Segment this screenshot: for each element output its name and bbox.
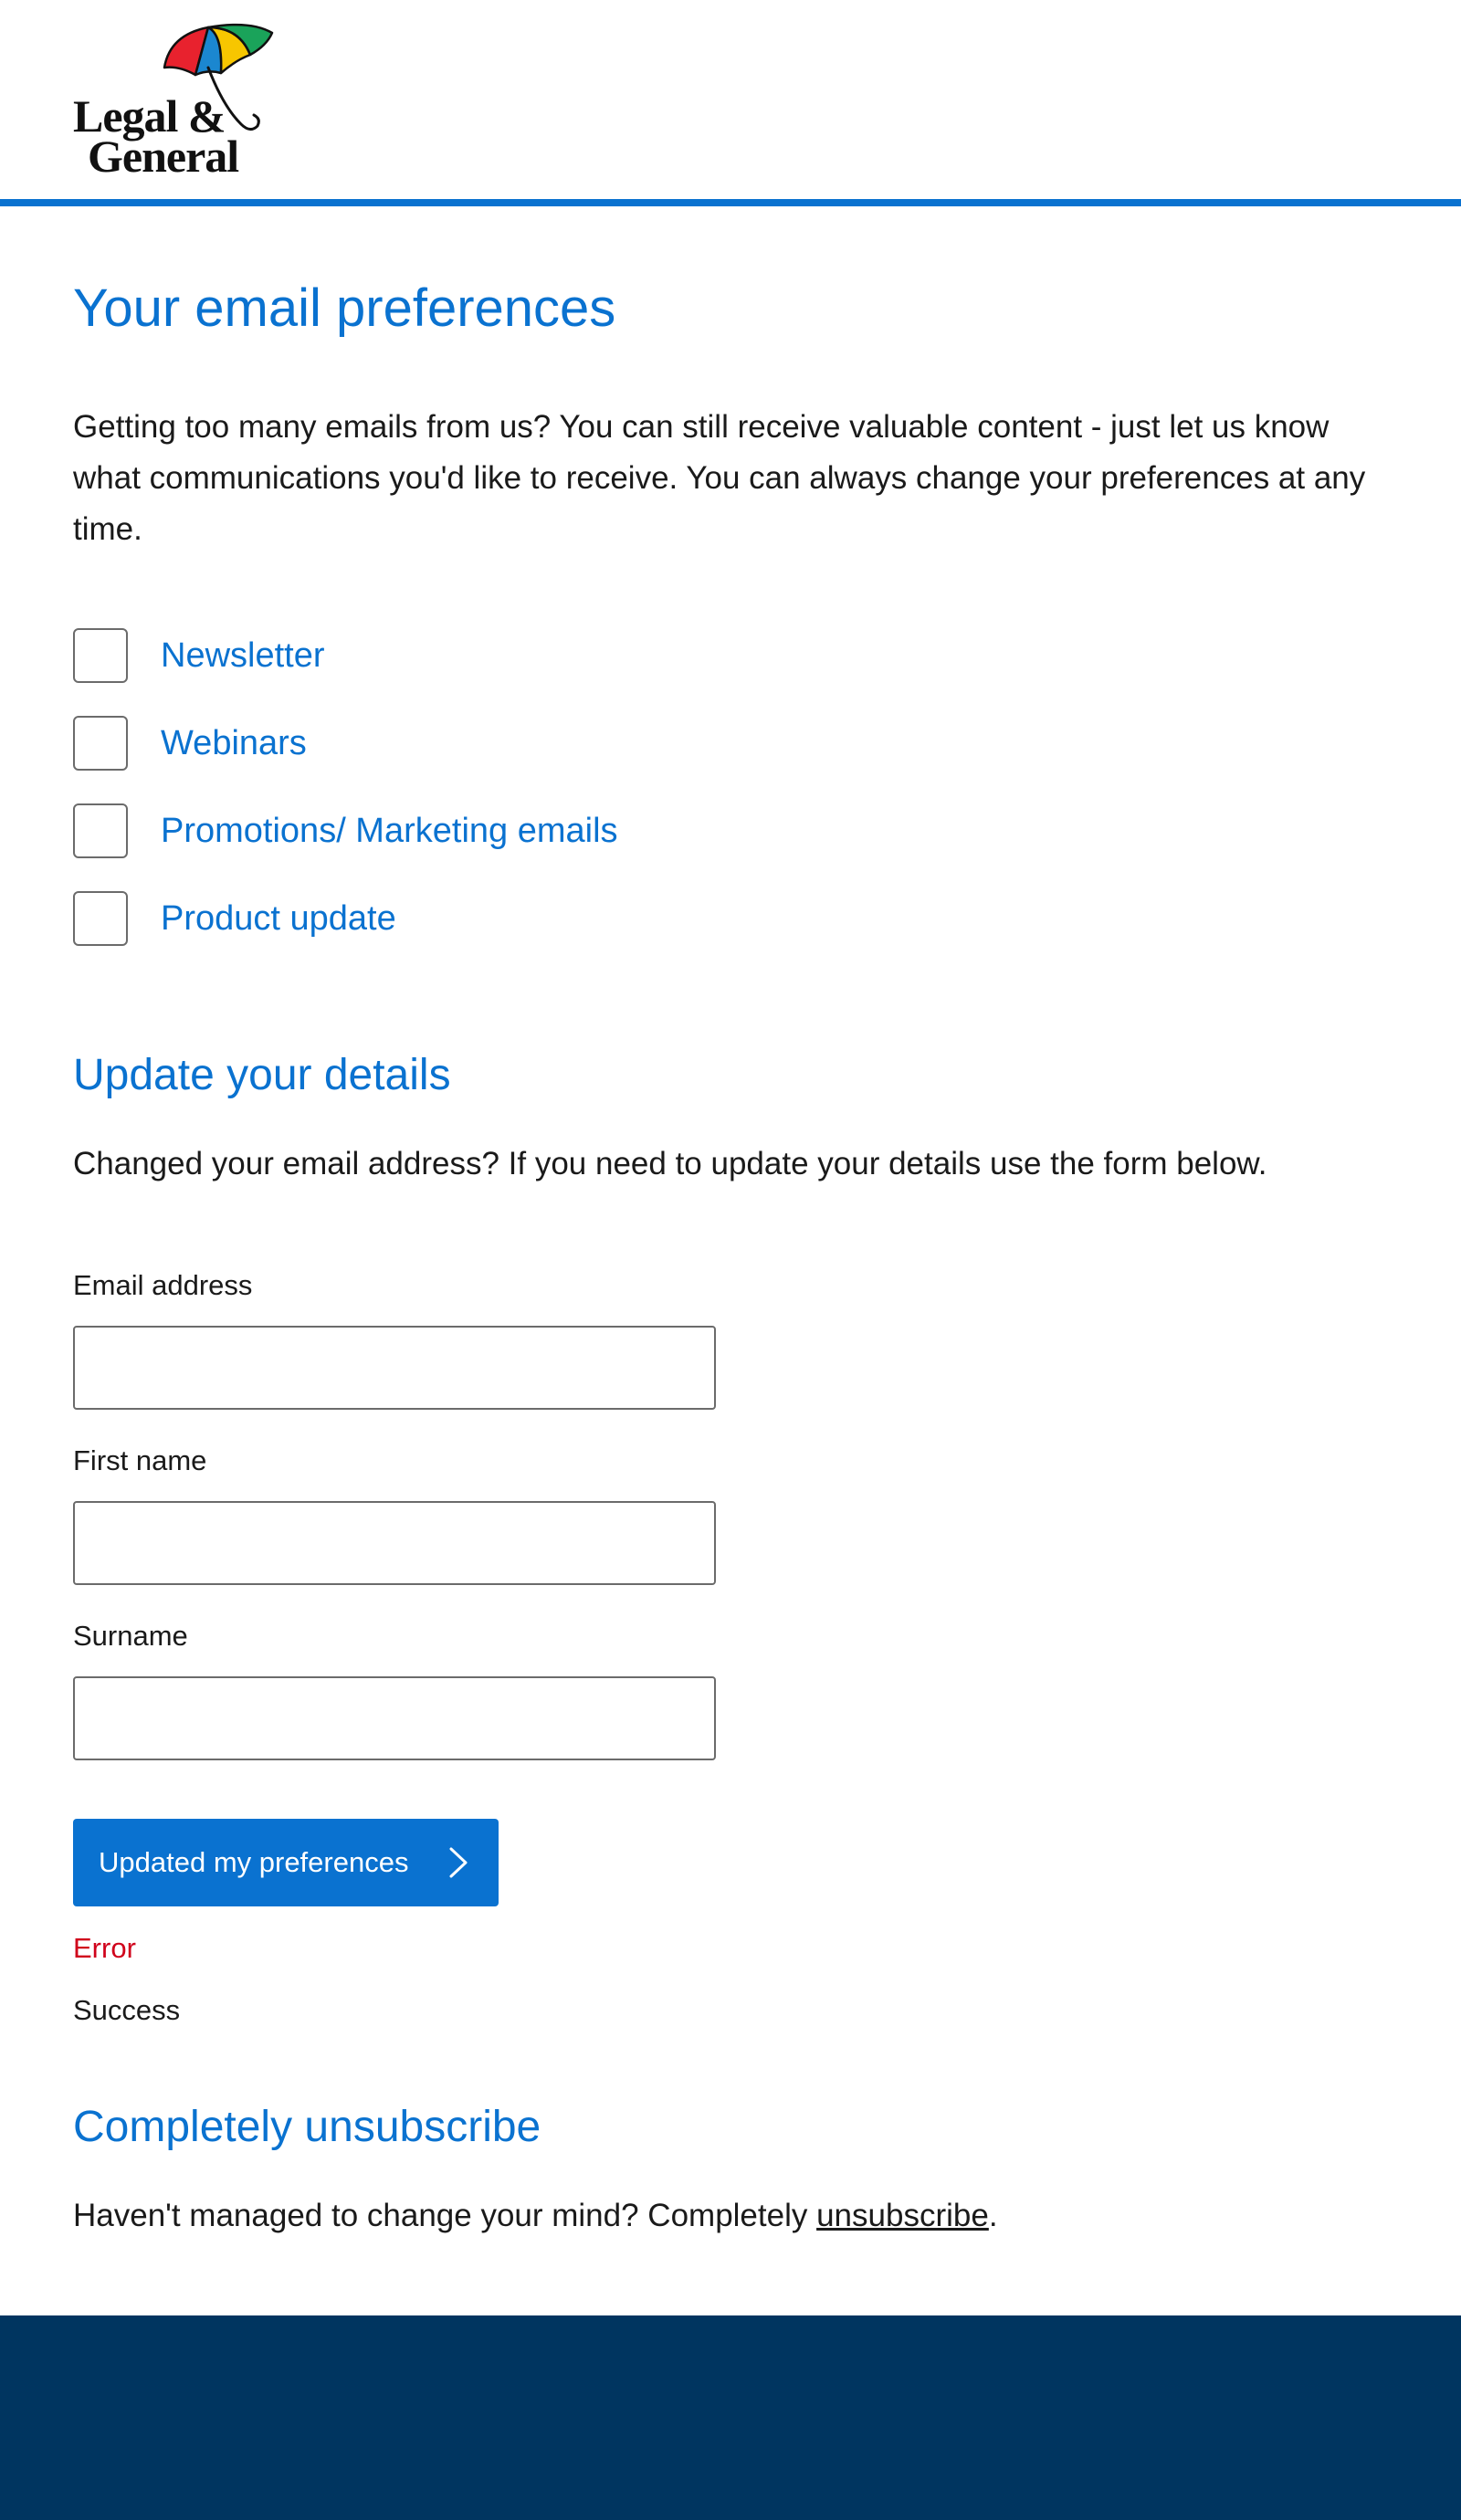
webinars-label[interactable]: Webinars: [161, 721, 307, 765]
page-title: Your email preferences: [73, 278, 616, 338]
product-update-label[interactable]: Product update: [161, 897, 396, 940]
success-message: Success: [73, 1994, 181, 2026]
first-name-field[interactable]: [73, 1501, 716, 1585]
preference-webinars[interactable]: Webinars: [73, 716, 986, 774]
update-preferences-button[interactable]: Updated my preferences: [73, 1819, 499, 1906]
preference-promotions[interactable]: Promotions/ Marketing emails: [73, 803, 986, 862]
unsubscribe-text: Haven't managed to change your mind? Com…: [73, 2195, 998, 2237]
preference-newsletter[interactable]: Newsletter: [73, 628, 986, 687]
site-header: Legal & General: [0, 0, 1461, 206]
update-details-heading: Update your details: [73, 1051, 451, 1099]
legal-and-general-logo[interactable]: Legal & General: [71, 22, 281, 182]
first-name-field-label: First name: [73, 1444, 207, 1476]
surname-field-label: Surname: [73, 1620, 188, 1652]
chevron-right-icon: [449, 1847, 468, 1878]
email-field-label: Email address: [73, 1269, 253, 1301]
product-update-checkbox[interactable]: [73, 891, 128, 946]
preference-product-update[interactable]: Product update: [73, 891, 986, 950]
update-preferences-button-label: Updated my preferences: [99, 1846, 409, 1878]
promotions-label[interactable]: Promotions/ Marketing emails: [161, 809, 618, 853]
site-footer: [0, 2315, 1461, 2520]
update-details-description: Changed your email address? If you need …: [73, 1146, 1267, 1181]
email-field[interactable]: [73, 1326, 716, 1410]
unsubscribe-heading: Completely unsubscribe: [73, 2103, 541, 2151]
unsubscribe-link[interactable]: unsubscribe: [816, 2198, 989, 2233]
newsletter-checkbox[interactable]: [73, 628, 128, 683]
surname-field[interactable]: [73, 1676, 716, 1760]
unsubscribe-text-before: Haven't managed to change your mind? Com…: [73, 2198, 817, 2233]
webinars-checkbox[interactable]: [73, 716, 128, 771]
unsubscribe-text-after: .: [988, 2198, 998, 2233]
logo-text-line2: General: [88, 131, 239, 182]
intro-text: Getting too many emails from us? You can…: [73, 409, 1366, 547]
newsletter-label[interactable]: Newsletter: [161, 634, 325, 677]
error-message: Error: [73, 1932, 136, 1964]
promotions-checkbox[interactable]: [73, 803, 128, 858]
